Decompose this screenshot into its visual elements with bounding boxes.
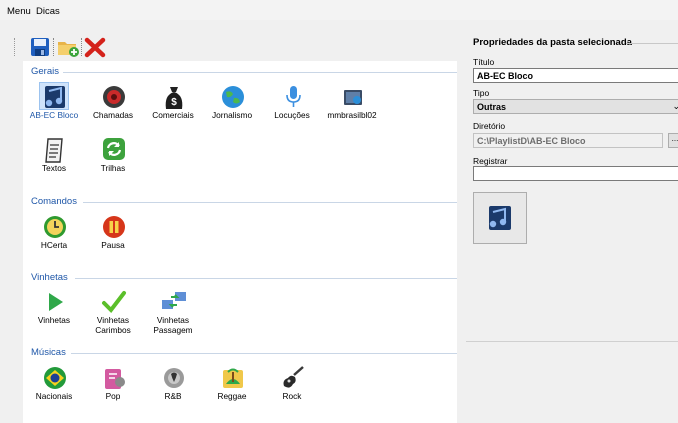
brazil-flag-icon: [44, 367, 66, 389]
folder-item-vinhetas[interactable]: Vinhetas: [28, 287, 80, 326]
media-folder-icon: [344, 90, 362, 105]
globe-icon: [222, 86, 244, 108]
folder-item-label: mmbrasilbl02: [327, 110, 377, 120]
folder-item-label: Pausa: [101, 240, 125, 250]
folder-item-comerciais[interactable]: $ Comerciais: [147, 82, 199, 121]
folder-item-pop[interactable]: Pop: [87, 363, 139, 402]
clock-icon: [44, 216, 66, 238]
menu-item-dicas[interactable]: Dicas: [36, 6, 60, 17]
folder-item-mmbrasilbl02[interactable]: mmbrasilbl02: [326, 82, 378, 121]
tipo-label: Tipo: [473, 88, 490, 98]
registrar-label: Registrar: [473, 156, 508, 166]
folder-item-locucoes[interactable]: Locuções: [266, 82, 318, 121]
folder-properties-panel: Propriedades da pasta selecionada Título…: [466, 20, 678, 423]
guitar-icon: [283, 366, 304, 388]
menu-bar: Menu Dicas: [0, 0, 678, 20]
folder-item-pausa[interactable]: Pausa: [87, 212, 139, 251]
properties-divider: [466, 341, 678, 342]
add-folder-icon: [58, 42, 79, 57]
folder-item-label: Jornalismo: [211, 110, 253, 120]
delete-button[interactable]: [84, 36, 108, 58]
menu-item-menu[interactable]: Menu: [7, 6, 31, 17]
folder-icon-preview-button[interactable]: [473, 192, 527, 244]
folder-item-vinhetas-carimbos[interactable]: Vinhetas Carimbos: [87, 287, 139, 335]
play-icon: [49, 293, 63, 311]
browse-directory-button[interactable]: ...: [668, 133, 678, 148]
pause-icon: [103, 216, 125, 238]
audio-folder-icon: [45, 86, 65, 108]
folder-item-label: Reggae: [217, 391, 247, 401]
folder-item-label: Vinhetas Carimbos: [95, 315, 131, 335]
titulo-input[interactable]: AB-EC Bloco: [473, 68, 678, 83]
group-title-vinhetas: Vinhetas: [31, 272, 72, 283]
toolbar-separator: [81, 38, 82, 56]
reggae-icon: [223, 368, 243, 388]
folder-item-trilhas[interactable]: Trilhas: [87, 135, 139, 174]
group-divider: [71, 353, 457, 354]
chevron-down-icon: ⌄: [672, 101, 678, 111]
folder-item-rock[interactable]: Rock: [266, 363, 318, 402]
document-icon: [45, 138, 63, 163]
properties-title: Propriedades da pasta selecionada: [473, 37, 632, 48]
titulo-label: Título: [473, 57, 495, 67]
toolbar-separator: [53, 38, 54, 56]
group-title-musicas: Músicas: [31, 347, 70, 358]
audio-folder-icon: [489, 206, 511, 230]
folder-item-label: Locuções: [274, 110, 310, 120]
group-title-gerais: Gerais: [31, 66, 63, 77]
folder-item-label: AB-EC Bloco: [29, 110, 79, 120]
group-divider: [75, 278, 457, 279]
folder-item-label: Textos: [42, 163, 66, 173]
group-divider: [83, 202, 457, 203]
folder-item-label: Vinhetas: [37, 315, 71, 325]
refresh-icon: [103, 138, 125, 160]
folder-item-label: Chamadas: [92, 110, 134, 120]
toolbar-grip[interactable]: [14, 38, 17, 56]
app-window: Menu Dicas Gerais AB-EC Bloco Chamadas $…: [0, 0, 678, 423]
svg-text:$: $: [171, 97, 177, 108]
rnb-disc-icon: [164, 368, 184, 388]
add-folder-button[interactable]: [56, 36, 80, 58]
folder-item-chamadas[interactable]: Chamadas: [87, 82, 139, 121]
folder-item-label: R&B: [164, 391, 182, 401]
folder-item-label: Comerciais: [152, 110, 194, 120]
folder-item-label: Vinhetas Passagem: [153, 315, 193, 335]
checkmark-icon: [102, 291, 126, 314]
properties-title-divider: [626, 43, 678, 44]
tipo-select[interactable]: Outras ⌄: [473, 99, 678, 114]
microphone-icon: [286, 86, 301, 107]
folder-item-label: Trilhas: [100, 163, 126, 173]
folder-item-jornalismo[interactable]: Jornalismo: [206, 82, 258, 121]
pop-music-icon: [105, 369, 125, 389]
registrar-input[interactable]: [473, 166, 678, 181]
folder-item-label: Nacionais: [35, 391, 73, 401]
speaker-icon: [103, 86, 125, 108]
network-transfer-icon: [162, 292, 186, 309]
save-button[interactable]: [29, 36, 53, 58]
folder-groups-panel: Gerais AB-EC Bloco Chamadas $ Comerciais…: [23, 61, 457, 423]
folder-item-textos[interactable]: Textos: [28, 135, 80, 174]
diretorio-input: C:\PlaylistD\AB-EC Bloco: [473, 133, 663, 148]
folder-item-ab-ec-bloco[interactable]: AB-EC Bloco: [28, 82, 80, 121]
folder-item-vinhetas-passagem[interactable]: Vinhetas Passagem: [147, 287, 199, 335]
folder-item-nacionais[interactable]: Nacionais: [28, 363, 80, 402]
money-bag-icon: $: [165, 87, 183, 109]
folder-item-label: Rock: [282, 391, 302, 401]
save-icon: [31, 38, 49, 56]
group-divider: [63, 72, 457, 73]
diretorio-label: Diretório: [473, 121, 506, 131]
tipo-select-value: Outras: [477, 102, 507, 112]
folder-item-label: Pop: [105, 391, 121, 401]
delete-icon: [84, 37, 106, 58]
folder-item-reggae[interactable]: Reggae: [206, 363, 258, 402]
folder-item-rnb[interactable]: R&B: [147, 363, 199, 402]
folder-item-label: HCerta: [40, 240, 68, 250]
group-title-comandos: Comandos: [31, 196, 81, 207]
folder-item-hcerta[interactable]: HCerta: [28, 212, 80, 251]
